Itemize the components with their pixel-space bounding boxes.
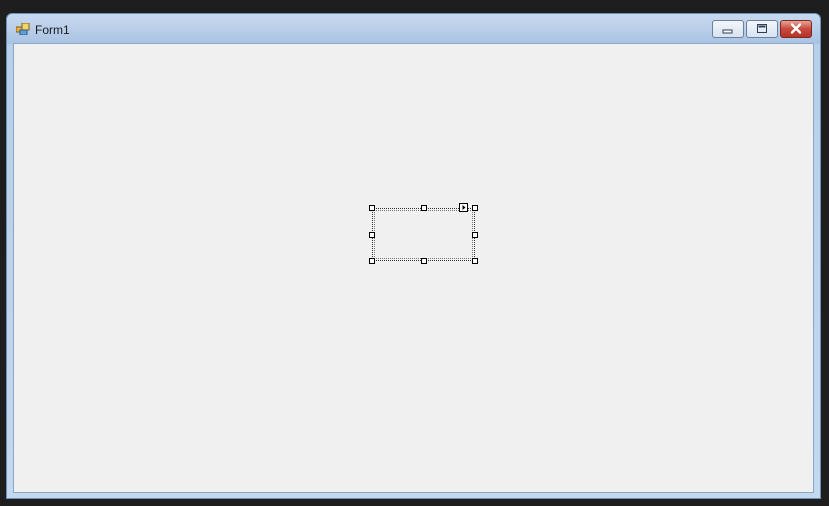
close-button[interactable] <box>780 20 812 38</box>
control-inner-border <box>374 210 473 259</box>
form-client-area[interactable] <box>13 43 814 493</box>
resize-handle-top-right[interactable] <box>472 205 478 211</box>
minimize-icon <box>722 29 733 34</box>
resize-handle-bottom-right[interactable] <box>472 258 478 264</box>
smart-tag-arrow-icon <box>462 205 466 210</box>
minimize-button[interactable] <box>712 20 744 38</box>
resize-handle-top-center[interactable] <box>421 205 427 211</box>
resize-handle-top-left[interactable] <box>369 205 375 211</box>
smart-tag-button[interactable] <box>459 203 468 212</box>
maximize-button[interactable] <box>746 20 778 38</box>
selected-control[interactable] <box>369 203 478 264</box>
close-icon <box>790 23 802 34</box>
window-title: Form1 <box>35 23 70 37</box>
resize-handle-bottom-left[interactable] <box>369 258 375 264</box>
form-app-icon <box>16 23 30 35</box>
form1-window: Form1 <box>6 13 821 499</box>
resize-handle-bottom-center[interactable] <box>421 258 427 264</box>
maximize-icon <box>757 24 767 33</box>
resize-handle-middle-right[interactable] <box>472 232 478 238</box>
resize-handle-middle-left[interactable] <box>369 232 375 238</box>
title-bar[interactable]: Form1 <box>7 14 820 43</box>
